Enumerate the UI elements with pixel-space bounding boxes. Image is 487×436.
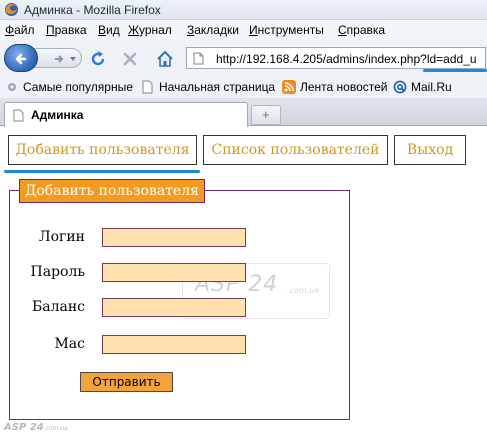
logout-nav-button[interactable]: Выход (394, 135, 466, 165)
rss-icon (282, 80, 296, 94)
reload-icon[interactable] (88, 49, 108, 69)
plus-icon: + (262, 107, 270, 122)
menu-help[interactable]: Справка (338, 23, 385, 37)
url-text[interactable]: http://192.168.4.205/admins/index.php?ld… (216, 52, 477, 66)
balance-label: Баланс (31, 299, 85, 315)
login-input[interactable] (102, 228, 246, 247)
tab-strip: Админка + (0, 98, 487, 127)
add-user-fieldset: ASP 24 .com.ua Логин Пароль Баланс Мас О… (9, 190, 350, 420)
balance-input[interactable] (102, 298, 246, 317)
nav-highlight-underline (4, 170, 200, 173)
bookmark-mailru[interactable]: Mail.Ru (411, 80, 452, 94)
page-icon (13, 109, 24, 122)
fieldset-legend: Добавить пользователя (19, 179, 205, 203)
page-content: Добавить пользователя Список пользовател… (0, 127, 487, 436)
page-icon (142, 80, 153, 94)
login-label: Логин (38, 229, 85, 245)
stop-icon[interactable] (120, 49, 140, 69)
tab-admin[interactable]: Админка (4, 102, 248, 127)
user-list-nav-button[interactable]: Список пользователей (203, 135, 388, 165)
menu-file[interactable]: Файл (5, 23, 35, 37)
forward-button[interactable] (34, 48, 82, 68)
bookmark-home[interactable]: Начальная страница (159, 80, 275, 94)
submit-button[interactable]: Отправить (80, 372, 173, 392)
url-highlight-underline (423, 69, 487, 72)
password-label: Пароль (30, 264, 85, 280)
address-bar[interactable]: http://192.168.4.205/admins/index.php?ld… (186, 47, 486, 69)
history-dropdown-icon (70, 57, 76, 61)
menu-view[interactable]: Вид (98, 23, 120, 37)
page-icon (193, 52, 204, 65)
bookmark-news[interactable]: Лента новостей (300, 80, 388, 94)
window-title: Админка - Mozilla Firefox (24, 3, 161, 17)
menu-bar: Файл Правка Вид Журнал Закладки Инструме… (0, 20, 487, 40)
mac-input[interactable] (102, 335, 246, 354)
menu-tools[interactable]: Инструменты (249, 23, 324, 37)
menu-edit[interactable]: Правка (46, 23, 87, 37)
menu-history[interactable]: Журнал (128, 23, 172, 37)
mailru-at-icon (393, 80, 407, 94)
back-arrow-icon (15, 53, 27, 65)
window-titlebar: Админка - Mozilla Firefox (0, 0, 487, 20)
back-forward-group (4, 44, 82, 72)
forward-arrow-icon (55, 55, 64, 63)
add-user-nav-button[interactable]: Добавить пользователя (8, 135, 197, 165)
back-button[interactable] (4, 44, 38, 72)
home-icon[interactable] (155, 49, 175, 69)
navigation-toolbar: http://192.168.4.205/admins/index.php?ld… (0, 40, 487, 76)
tab-title: Админка (31, 108, 84, 122)
bookmarks-toolbar: Самые популярные Начальная страница Лент… (0, 76, 487, 98)
new-tab-button[interactable]: + (251, 105, 281, 125)
menu-bookmarks[interactable]: Закладки (187, 23, 239, 37)
watermark-footer: ASP 24.com.ua (4, 422, 68, 433)
bookmark-popular[interactable]: Самые популярные (23, 80, 133, 94)
firefox-icon (4, 2, 19, 17)
password-input[interactable] (102, 263, 246, 282)
settings-icon (8, 83, 16, 91)
mac-label: Мас (54, 336, 85, 352)
